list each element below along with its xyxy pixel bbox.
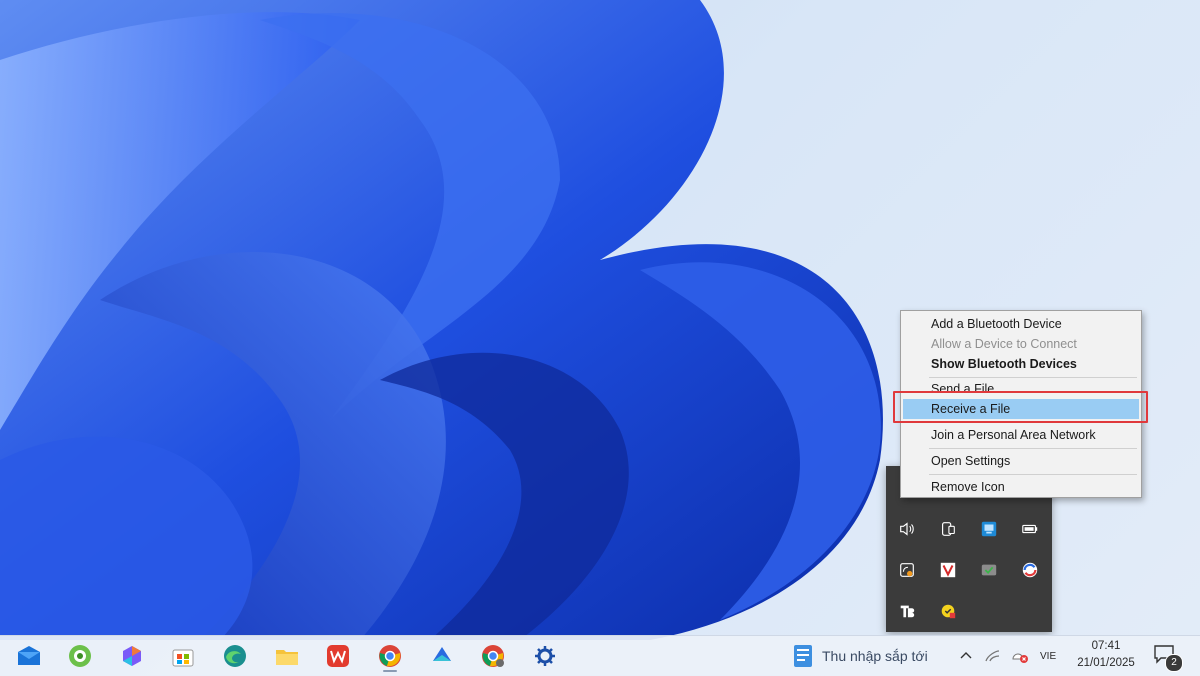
menu-item-open-settings[interactable]: Open Settings [903, 451, 1139, 471]
mail-icon[interactable] [13, 640, 45, 672]
settings-icon[interactable] [529, 640, 561, 672]
phone-link-icon[interactable] [927, 508, 968, 549]
chrome-profile-icon[interactable] [477, 640, 509, 672]
menu-item-show-bluetooth-devices[interactable]: Show Bluetooth Devices [903, 354, 1139, 374]
file-explorer-icon[interactable] [271, 640, 303, 672]
system-tray: VIE [958, 642, 1056, 670]
tb-app-icon[interactable] [886, 590, 927, 631]
wps-office-icon[interactable] [322, 640, 354, 672]
yellow-status-icon[interactable] [927, 590, 968, 631]
menu-item-join-personal-area-network[interactable]: Join a Personal Area Network [903, 425, 1139, 445]
update-icon[interactable] [886, 549, 927, 590]
edge-dev-icon[interactable] [116, 640, 148, 672]
notification-badge: 2 [1165, 654, 1183, 672]
menu-separator [929, 474, 1137, 475]
menu-separator [929, 377, 1137, 378]
app-icon[interactable] [426, 640, 458, 672]
notification-center[interactable]: 2 [1153, 644, 1183, 672]
edge-icon[interactable] [219, 640, 251, 672]
wifi-icon[interactable] [984, 648, 1000, 664]
menu-item-add-bluetooth-device[interactable]: Add a Bluetooth Device [903, 314, 1139, 334]
vpn-shield-icon[interactable] [968, 549, 1009, 590]
running-indicator [383, 670, 397, 672]
clock-time: 07:41 [1091, 640, 1121, 652]
speaker-icon[interactable] [886, 508, 927, 549]
weather-widget[interactable]: Thu nhập sắp tới [792, 641, 928, 671]
weather-text: Thu nhập sắp tới [822, 648, 928, 664]
battery-icon[interactable] [1009, 508, 1050, 549]
taskbar: Thu nhập sắp tới VIE 07:41 21/01/2025 2 [0, 635, 1200, 676]
store-icon[interactable] [167, 640, 199, 672]
clock[interactable]: 07:41 21/01/2025 [1070, 638, 1142, 672]
copilot-icon[interactable] [64, 640, 96, 672]
menu-separator [929, 448, 1137, 449]
clock-date: 21/01/2025 [1077, 657, 1135, 669]
network-error-icon[interactable] [1010, 648, 1030, 664]
sync-globe-icon[interactable] [1009, 549, 1050, 590]
chrome-icon[interactable] [374, 640, 406, 672]
vivaldi-v-icon[interactable] [927, 549, 968, 590]
network-monitor-icon[interactable] [968, 508, 1009, 549]
annotation-highlight-box [893, 391, 1148, 423]
menu-item-allow-device-to-connect: Allow a Device to Connect [931, 337, 1077, 351]
calendar-news-icon [794, 645, 812, 667]
language-indicator[interactable]: VIE [1040, 651, 1056, 662]
menu-item-remove-icon[interactable]: Remove Icon [903, 477, 1139, 497]
chevron-up-icon[interactable] [958, 648, 974, 664]
